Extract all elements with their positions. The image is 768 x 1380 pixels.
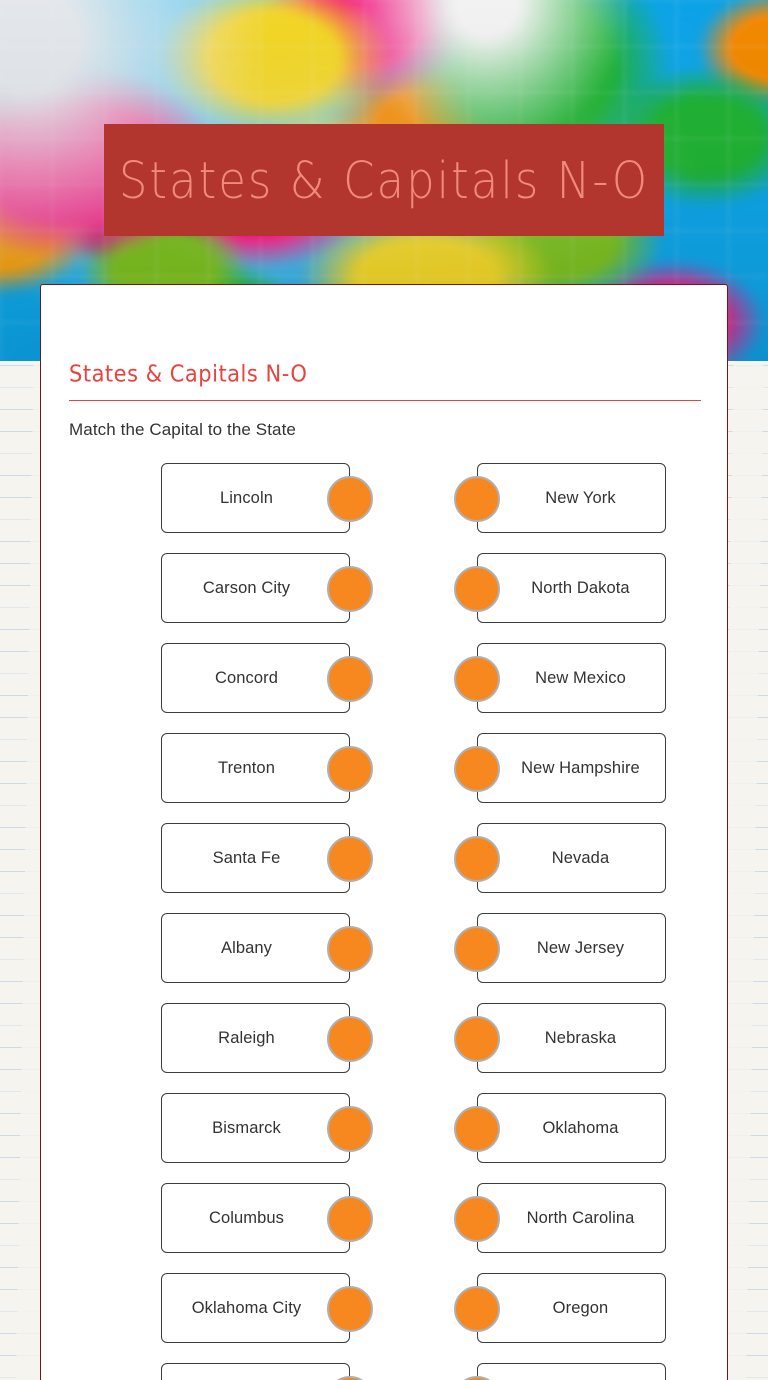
state-label: Nevada <box>551 848 610 867</box>
state-label: New Jersey <box>536 938 625 957</box>
match-row: Santa Fe Nevada <box>69 823 699 913</box>
state-option[interactable]: Nevada <box>454 823 666 893</box>
match-row: Columbus North Carolina <box>69 1183 699 1273</box>
match-connector-dot[interactable] <box>327 566 373 612</box>
title-banner: States & Capitals N-O <box>104 124 664 236</box>
state-option[interactable]: New Jersey <box>454 913 666 983</box>
state-option[interactable]: New York <box>454 463 666 533</box>
capital-option[interactable]: Santa Fe <box>161 823 373 893</box>
state-label: New Mexico <box>535 668 626 687</box>
match-connector-dot[interactable] <box>454 476 500 522</box>
match-row: Carson City North Dakota <box>69 553 699 643</box>
instructions-text: Match the Capital to the State <box>69 420 296 439</box>
match-connector-dot[interactable] <box>327 1016 373 1062</box>
capital-option[interactable]: Concord <box>161 643 373 713</box>
match-row: Salem Ohio <box>69 1363 699 1380</box>
match-connector-dot[interactable] <box>327 1286 373 1332</box>
match-connector-dot[interactable] <box>327 1196 373 1242</box>
capital-option[interactable]: Trenton <box>161 733 373 803</box>
capital-label: Bismarck <box>212 1118 281 1137</box>
match-row: Concord New Mexico <box>69 643 699 733</box>
state-label: Oregon <box>552 1298 609 1317</box>
capital-option[interactable]: Raleigh <box>161 1003 373 1073</box>
capital-option[interactable]: Oklahoma City <box>161 1273 373 1343</box>
capital-label: Lincoln <box>220 488 273 507</box>
capital-label: Santa Fe <box>212 848 281 867</box>
match-connector-dot[interactable] <box>454 566 500 612</box>
match-row: Raleigh Nebraska <box>69 1003 699 1093</box>
state-option[interactable]: Oregon <box>454 1273 666 1343</box>
capital-label: Raleigh <box>218 1028 275 1047</box>
match-connector-dot[interactable] <box>327 1376 373 1380</box>
match-row: Lincoln New York <box>69 463 699 553</box>
capital-option[interactable]: Bismarck <box>161 1093 373 1163</box>
match-connector-dot[interactable] <box>454 1106 500 1152</box>
state-option[interactable]: New Hampshire <box>454 733 666 803</box>
state-label: North Dakota <box>531 578 630 597</box>
match-connector-dot[interactable] <box>454 836 500 882</box>
match-connector-dot[interactable] <box>327 836 373 882</box>
worksheet-card: States & Capitals N-O Match the Capital … <box>40 284 728 1380</box>
match-connector-dot[interactable] <box>327 746 373 792</box>
capital-label: Concord <box>214 668 279 687</box>
capital-option[interactable]: Albany <box>161 913 373 983</box>
state-option[interactable]: Nebraska <box>454 1003 666 1073</box>
state-label: Nebraska <box>544 1028 617 1047</box>
match-connector-dot[interactable] <box>454 1016 500 1062</box>
match-list: Lincoln New York Carson City North Dakota Co… <box>69 463 699 1380</box>
capital-option[interactable]: Columbus <box>161 1183 373 1253</box>
title-divider <box>69 400 701 401</box>
state-option[interactable]: New Mexico <box>454 643 666 713</box>
match-connector-dot[interactable] <box>454 1196 500 1242</box>
capital-label: Columbus <box>208 1208 285 1227</box>
capital-option[interactable]: Salem <box>161 1363 373 1380</box>
worksheet-title: States & Capitals N-O <box>69 361 308 387</box>
capital-label: Oklahoma City <box>191 1298 302 1317</box>
state-label: Oklahoma <box>542 1118 619 1137</box>
state-option[interactable]: North Dakota <box>454 553 666 623</box>
capital-label: Trenton <box>218 758 275 777</box>
capital-option[interactable]: Carson City <box>161 553 373 623</box>
match-row: Trenton New Hampshire <box>69 733 699 823</box>
state-option[interactable]: Oklahoma <box>454 1093 666 1163</box>
banner-title: States & Capitals N-O <box>118 150 650 210</box>
capital-label: Carson City <box>202 578 291 597</box>
match-connector-dot[interactable] <box>327 476 373 522</box>
match-connector-dot[interactable] <box>327 656 373 702</box>
state-label: New Hampshire <box>521 758 640 777</box>
state-option[interactable]: North Carolina <box>454 1183 666 1253</box>
match-connector-dot[interactable] <box>327 926 373 972</box>
capital-label: Albany <box>220 938 273 957</box>
match-connector-dot[interactable] <box>454 926 500 972</box>
match-connector-dot[interactable] <box>454 1286 500 1332</box>
capital-option[interactable]: Lincoln <box>161 463 373 533</box>
match-connector-dot[interactable] <box>454 656 500 702</box>
match-connector-dot[interactable] <box>454 746 500 792</box>
state-option[interactable]: Ohio <box>454 1363 666 1380</box>
state-label: North Carolina <box>526 1208 635 1227</box>
match-connector-dot[interactable] <box>327 1106 373 1152</box>
match-connector-dot[interactable] <box>454 1376 500 1380</box>
state-label: New York <box>545 488 616 507</box>
match-row: Bismarck Oklahoma <box>69 1093 699 1183</box>
match-row: Oklahoma City Oregon <box>69 1273 699 1363</box>
match-row: Albany New Jersey <box>69 913 699 1003</box>
